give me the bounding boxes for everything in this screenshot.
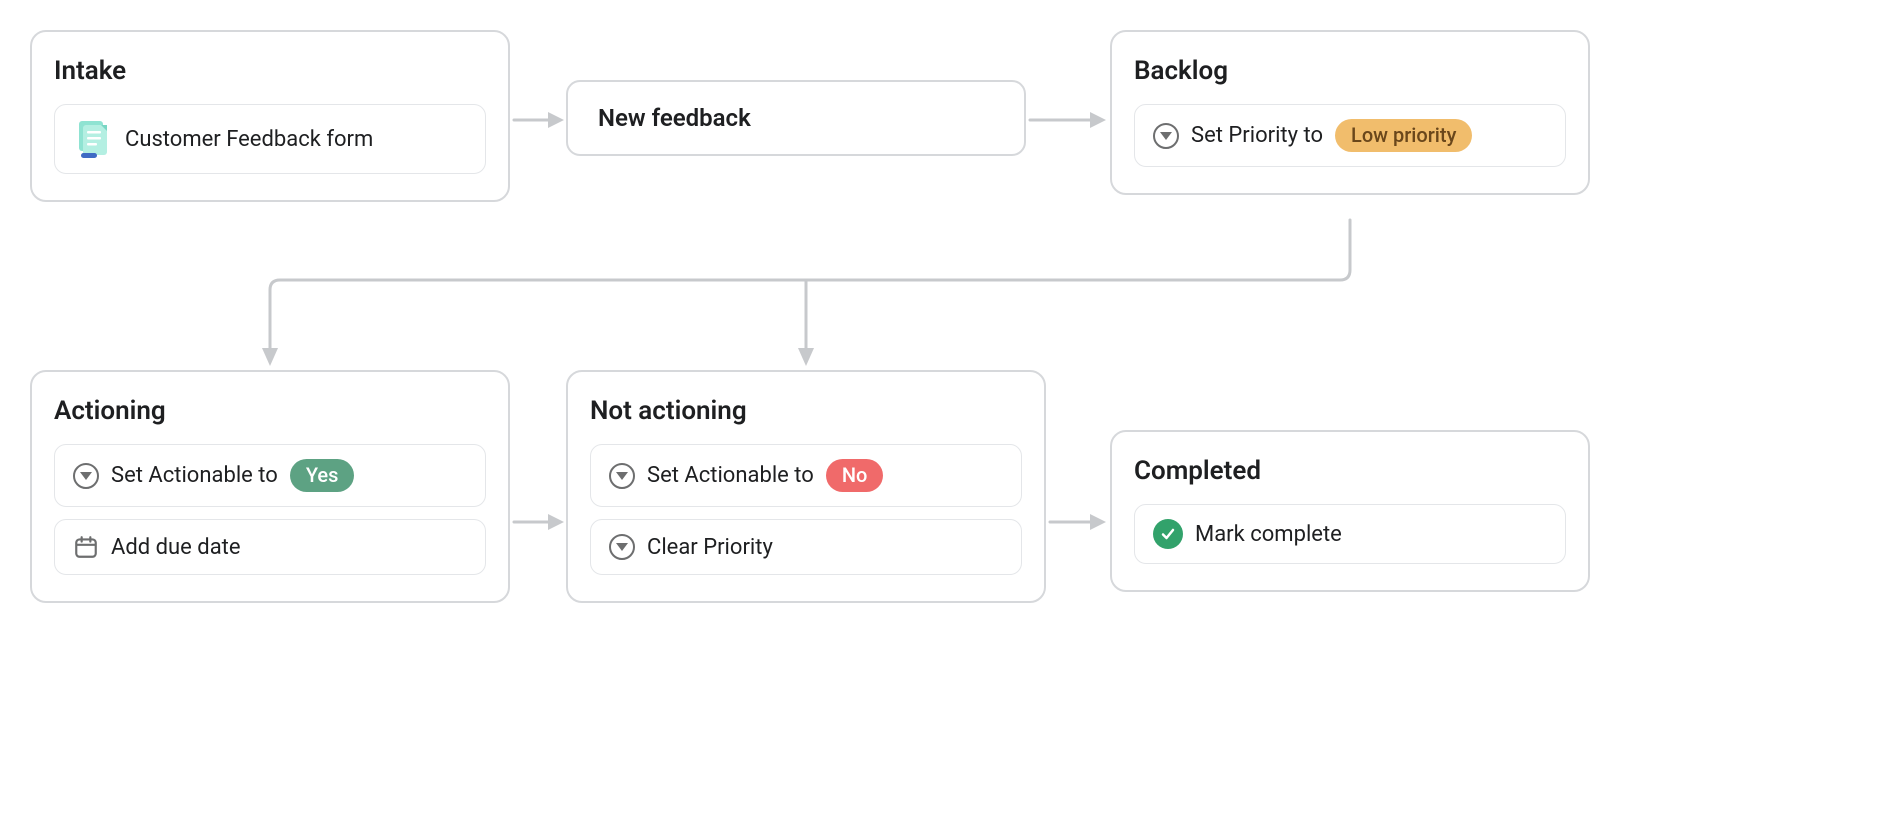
form-icon	[73, 119, 113, 159]
trigger-icon	[609, 463, 635, 489]
node-actioning[interactable]: Actioning Set Actionable to Yes Add due …	[30, 370, 510, 603]
node-title: Backlog	[1134, 56, 1566, 86]
actionable-pill-no: No	[826, 459, 884, 492]
rule-completed-mark[interactable]: Mark complete	[1134, 504, 1566, 564]
workflow-canvas: Intake Customer Feedback form	[30, 30, 1590, 730]
rule-text: Set Actionable to	[111, 463, 278, 488]
node-title: Not actioning	[590, 396, 1022, 426]
rule-text: Set Actionable to	[647, 463, 814, 488]
node-title: Intake	[54, 56, 486, 86]
rule-text: Mark complete	[1195, 522, 1342, 547]
node-completed[interactable]: Completed Mark complete	[1110, 430, 1590, 592]
rule-actioning-due-date[interactable]: Add due date	[54, 519, 486, 575]
node-title: Completed	[1134, 456, 1566, 486]
arrow-actioning-to-notactioning	[512, 508, 566, 536]
rule-text: Set Priority to	[1191, 123, 1323, 148]
arrow-newfeedback-to-backlog	[1028, 106, 1108, 134]
arrow-intake-to-newfeedback	[512, 106, 566, 134]
calendar-icon	[73, 534, 99, 560]
node-new-feedback[interactable]: New feedback	[566, 80, 1026, 156]
rule-notactioning-actionable[interactable]: Set Actionable to No	[590, 444, 1022, 507]
node-backlog[interactable]: Backlog Set Priority to Low priority	[1110, 30, 1590, 195]
rule-text: Customer Feedback form	[125, 127, 373, 152]
rule-actioning-actionable[interactable]: Set Actionable to Yes	[54, 444, 486, 507]
arrow-backlog-split	[230, 220, 1370, 380]
actionable-pill-yes: Yes	[290, 459, 355, 492]
node-title: Actioning	[54, 396, 486, 426]
rule-notactioning-clear[interactable]: Clear Priority	[590, 519, 1022, 575]
rule-intake-form[interactable]: Customer Feedback form	[54, 104, 486, 174]
priority-pill: Low priority	[1335, 119, 1472, 152]
trigger-icon	[1153, 123, 1179, 149]
rule-backlog-priority[interactable]: Set Priority to Low priority	[1134, 104, 1566, 167]
trigger-icon	[609, 534, 635, 560]
rule-text: Add due date	[111, 535, 241, 560]
node-label: New feedback	[598, 104, 751, 132]
arrow-notactioning-to-completed	[1048, 508, 1108, 536]
trigger-icon	[73, 463, 99, 489]
node-intake[interactable]: Intake Customer Feedback form	[30, 30, 510, 202]
node-not-actioning[interactable]: Not actioning Set Actionable to No Clear…	[566, 370, 1046, 603]
check-circle-icon	[1153, 519, 1183, 549]
rule-text: Clear Priority	[647, 535, 773, 560]
